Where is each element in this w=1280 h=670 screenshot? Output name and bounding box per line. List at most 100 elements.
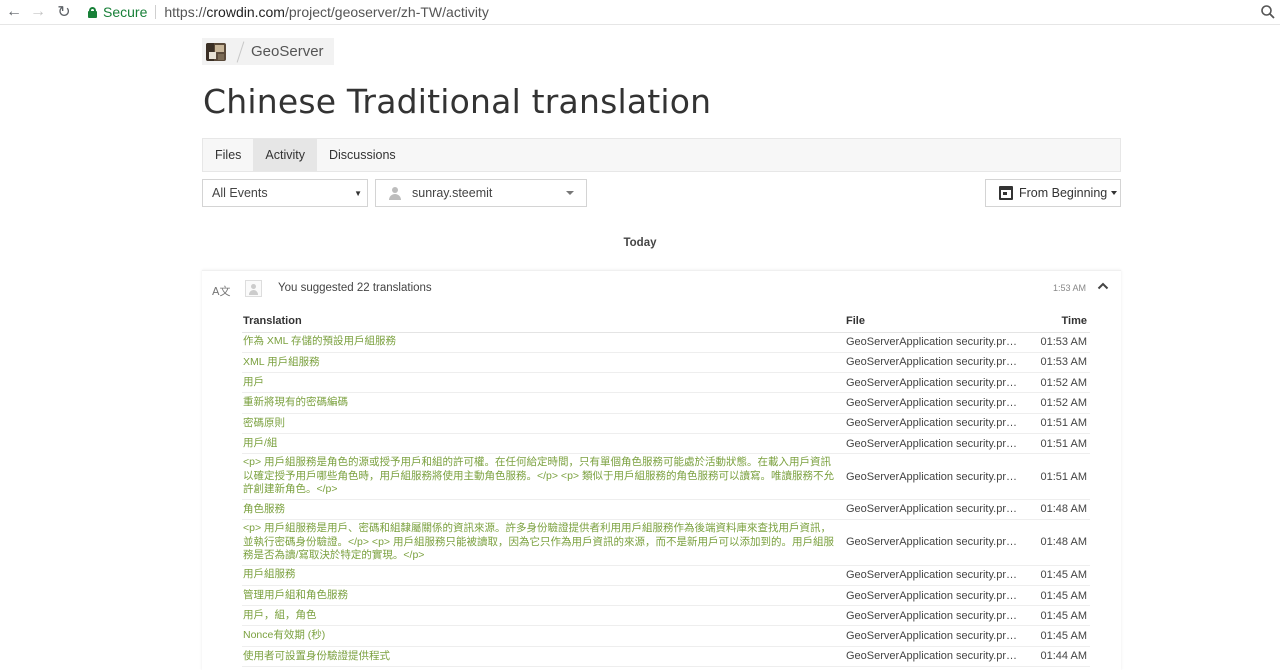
file-cell: GeoServerApplication security.properties [845, 605, 1020, 627]
translation-cell[interactable]: <p> 用戶組服務是角色的源或授予用戶和組的許可權。在任何給定時間，只有單個角色… [242, 453, 845, 500]
time-cell: 01:51 AM [1020, 433, 1090, 455]
activity-summary: You suggested 22 translations [278, 282, 432, 294]
tab-files[interactable]: Files [203, 139, 253, 171]
table-row[interactable]: Nonce有效期 (秒) GeoServerApplication securit… [242, 625, 1090, 647]
file-cell: GeoServerApplication security.properties [845, 585, 1020, 607]
translation-cell[interactable]: 使用者可設置身份驗證提供程式 [242, 646, 845, 668]
file-cell: GeoServerApplication security.properties [845, 565, 1020, 586]
time-cell: 01:53 AM [1020, 352, 1090, 374]
time-cell: 01:51 AM [1020, 453, 1090, 500]
file-cell: GeoServerApplication security.properties [845, 352, 1020, 374]
activity-time: 1:53 AM [1052, 283, 1086, 293]
table-row[interactable]: 使用者可設置身份驗證提供程式 GeoServerApplication secur… [242, 646, 1090, 668]
table-row[interactable]: 重新將現有的密碼編碼 GeoServerApplication security.… [242, 392, 1090, 414]
event-type-value: All Events [212, 186, 268, 200]
time-cell: 01:48 AM [1020, 499, 1090, 521]
forward-arrow-icon[interactable]: → [28, 2, 48, 22]
translate-icon: A文 [212, 285, 231, 298]
translation-cell[interactable]: 作為 XML 存儲的預設用戶組服務 [242, 332, 845, 353]
file-cell: GeoServerApplication security.properties [845, 332, 1020, 353]
translation-cell[interactable]: 用戶 [242, 372, 845, 394]
reload-icon[interactable]: ↻ [54, 2, 74, 22]
column-file: File [845, 311, 1020, 333]
translation-cell[interactable]: 用戶/組 [242, 433, 845, 455]
file-cell: GeoServerApplication security.properties [845, 413, 1020, 434]
caret-down-icon [1111, 191, 1118, 195]
url-path: /project/geoserver/zh-TW/activity [284, 4, 489, 20]
table-row[interactable]: 用戶，組，角色 GeoServerApplication security.pro… [242, 605, 1090, 627]
translation-cell[interactable]: 重新將現有的密碼編碼 [242, 392, 845, 414]
breadcrumb: GeoServer [202, 38, 1121, 65]
file-cell: GeoServerApplication security.properties [845, 392, 1020, 414]
back-arrow-icon[interactable]: ← [4, 2, 24, 22]
translation-cell[interactable]: Nonce有效期 (秒) [242, 625, 845, 647]
address-separator [155, 5, 157, 19]
table-row[interactable]: 用戶/組GeoServerApplication security.proper… [242, 433, 1090, 455]
zoom-icon[interactable] [1260, 4, 1276, 20]
table-row[interactable]: <p> 用戶組服務是角色的源或授予用戶和組的許可權。在任何給定時間，只有單個角色… [242, 453, 1090, 500]
user-value: sunray.steemit [412, 186, 493, 200]
table-row[interactable]: 密碼原則GeoServerApplication security.proper… [242, 413, 1090, 434]
time-cell: 01:45 AM [1020, 625, 1090, 647]
time-cell: 01:51 AM [1020, 413, 1090, 434]
page-title: Chinese Traditional translation [203, 82, 712, 121]
breadcrumb-separator [236, 40, 245, 63]
activity-card: A文 You suggested 22 translations 1:53 AM… [202, 270, 1121, 670]
address-bar[interactable]: https://crowdin.com/project/geoserver/zh… [164, 4, 488, 20]
table-row[interactable]: 角色服務GeoServerApplication security.proper… [242, 499, 1090, 521]
table-row[interactable]: XML 用戶組服務 GeoServerApplication security.p… [242, 352, 1090, 374]
translations-table: Translation File Time 作為 XML 存儲的預設用戶組服務 G… [242, 311, 1090, 668]
time-cell: 01:45 AM [1020, 565, 1090, 586]
table-row[interactable]: 作為 XML 存儲的預設用戶組服務 GeoServerApplication se… [242, 332, 1090, 353]
time-cell: 01:53 AM [1020, 332, 1090, 353]
file-cell: GeoServerApplication security.properties [845, 625, 1020, 647]
date-range-button[interactable]: From Beginning [985, 179, 1121, 207]
tab-discussions[interactable]: Discussions [317, 139, 408, 171]
time-cell: 01:52 AM [1020, 392, 1090, 414]
table-row[interactable]: 用戶組服務GeoServerApplication security.prope… [242, 565, 1090, 586]
translation-cell[interactable]: 用戶，組，角色 [242, 605, 845, 627]
time-cell: 01:48 AM [1020, 519, 1090, 566]
table-row[interactable]: 用戶GeoServerApplication security.properti… [242, 372, 1090, 394]
event-type-select[interactable]: All Events ▼ [202, 179, 368, 207]
browser-toolbar: ← → ↻ Secure https://crowdin.com/project… [0, 0, 1280, 25]
file-cell: GeoServerApplication security.properties [845, 519, 1020, 566]
table-row[interactable]: 管理用戶組和角色服務 GeoServerApplication security.… [242, 585, 1090, 607]
user-icon [388, 186, 402, 200]
project-crumb[interactable]: GeoServer [202, 38, 334, 65]
time-cell: 01:45 AM [1020, 605, 1090, 627]
project-logo-icon [206, 42, 226, 61]
translation-cell[interactable]: 管理用戶組和角色服務 [242, 585, 845, 607]
chevron-up-icon[interactable] [1097, 280, 1109, 292]
caret-down-icon [566, 191, 574, 195]
file-cell: GeoServerApplication security.properties [845, 453, 1020, 500]
file-cell: GeoServerApplication security.properties [845, 499, 1020, 521]
column-time: Time [1020, 311, 1090, 333]
tab-activity[interactable]: Activity [253, 139, 317, 171]
time-cell: 01:45 AM [1020, 585, 1090, 607]
url-host: crowdin.com [206, 4, 285, 20]
secure-label: Secure [103, 4, 148, 20]
time-cell: 01:44 AM [1020, 646, 1090, 668]
project-name[interactable]: GeoServer [251, 43, 324, 60]
day-label: Today [623, 237, 657, 249]
calendar-icon [999, 186, 1013, 200]
filter-bar: All Events ▼ sunray.steemit From Beginni… [202, 179, 1121, 207]
table-row[interactable]: <p> 用戶組服務是用戶、密碼和組隸屬關係的資訊來源。許多身份驗證提供者利用用戶… [242, 519, 1090, 566]
file-cell: GeoServerApplication security.properties [845, 433, 1020, 455]
translation-cell[interactable]: XML 用戶組服務 [242, 352, 845, 374]
file-cell: GeoServerApplication security.properties [845, 372, 1020, 394]
caret-down-icon: ▼ [354, 189, 362, 198]
user-select[interactable]: sunray.steemit [375, 179, 587, 207]
avatar [245, 280, 262, 297]
lock-icon [88, 7, 97, 18]
translation-cell[interactable]: 角色服務 [242, 499, 845, 521]
translation-cell[interactable]: 密碼原則 [242, 413, 845, 434]
column-translation: Translation [242, 311, 845, 333]
translation-cell[interactable]: <p> 用戶組服務是用戶、密碼和組隸屬關係的資訊來源。許多身份驗證提供者利用用戶… [242, 519, 845, 566]
time-cell: 01:52 AM [1020, 372, 1090, 394]
date-range-value: From Beginning [1019, 186, 1108, 200]
tab-bar: Files Activity Discussions [202, 138, 1121, 172]
translation-cell[interactable]: 用戶組服務 [242, 565, 845, 586]
table-body: 作為 XML 存儲的預設用戶組服務 GeoServerApplication se… [242, 332, 1090, 668]
